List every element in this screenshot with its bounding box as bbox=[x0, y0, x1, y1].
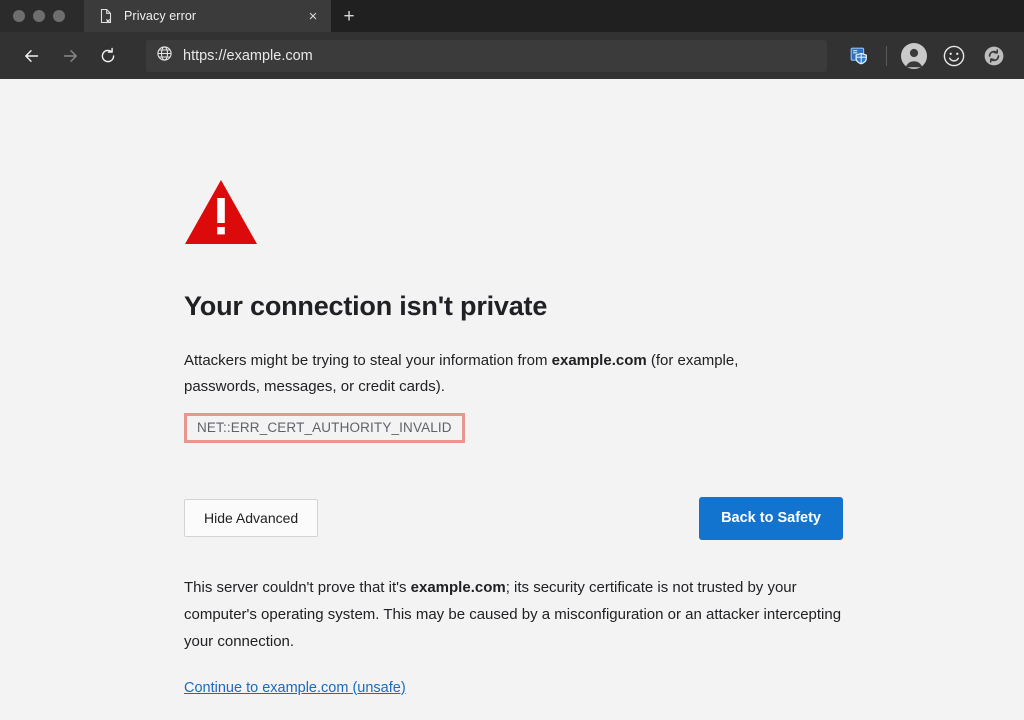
back-button[interactable] bbox=[14, 40, 50, 72]
error-code: NET::ERR_CERT_AUTHORITY_INVALID bbox=[197, 420, 452, 435]
tab-title: Privacy error bbox=[124, 9, 197, 23]
profile-avatar-icon[interactable] bbox=[894, 38, 934, 74]
tab-privacy-error[interactable]: Privacy error × bbox=[84, 0, 331, 32]
close-icon[interactable]: × bbox=[303, 6, 323, 26]
browser-window: Privacy error × + https://example.com Yo… bbox=[0, 0, 1024, 720]
page-title: Your connection isn't private bbox=[184, 291, 548, 321]
forward-button[interactable] bbox=[52, 40, 88, 72]
continue-unsafe-link[interactable]: Continue to example.com (unsafe) bbox=[184, 680, 406, 696]
advanced-explanation: This server couldn't prove that it's exa… bbox=[184, 574, 849, 655]
advanced-explanation-host: example.com bbox=[410, 578, 506, 596]
error-description-host: example.com bbox=[551, 352, 647, 369]
page-viewport: Your connection isn't private Attackers … bbox=[0, 79, 1024, 720]
toolbar-divider bbox=[886, 45, 887, 66]
toolbar-actions bbox=[839, 38, 1014, 74]
zoom-window-button[interactable] bbox=[53, 10, 65, 22]
action-button-row: Hide Advanced Back to Safety bbox=[184, 497, 843, 540]
interstitial-error-page: Your connection isn't private Attackers … bbox=[0, 79, 900, 697]
new-tab-button[interactable]: + bbox=[331, 0, 367, 32]
tracking-prevention-icon[interactable] bbox=[839, 38, 879, 74]
sync-icon[interactable] bbox=[974, 38, 1014, 74]
minimize-window-button[interactable] bbox=[33, 10, 45, 22]
address-bar[interactable]: https://example.com bbox=[146, 39, 827, 72]
close-window-button[interactable] bbox=[13, 10, 25, 22]
advanced-explanation-part1: This server couldn't prove that it's bbox=[184, 578, 411, 596]
tab-strip: Privacy error × + bbox=[0, 0, 1024, 32]
hide-advanced-button[interactable]: Hide Advanced bbox=[184, 499, 319, 538]
globe-icon bbox=[156, 45, 173, 67]
feedback-smiley-icon[interactable] bbox=[934, 38, 974, 74]
error-description: Attackers might be trying to steal your … bbox=[184, 348, 784, 400]
window-traffic-lights bbox=[0, 0, 84, 32]
document-error-icon bbox=[98, 8, 114, 24]
browser-toolbar: https://example.com bbox=[0, 32, 1024, 79]
back-to-safety-button[interactable]: Back to Safety bbox=[699, 497, 843, 540]
address-bar-url[interactable]: https://example.com bbox=[183, 48, 313, 64]
error-code-annotation: NET::ERR_CERT_AUTHORITY_INVALID bbox=[184, 413, 465, 443]
reload-button[interactable] bbox=[90, 40, 126, 72]
error-description-part1: Attackers might be trying to steal your … bbox=[184, 352, 552, 369]
red-warning-triangle-icon bbox=[184, 179, 258, 245]
